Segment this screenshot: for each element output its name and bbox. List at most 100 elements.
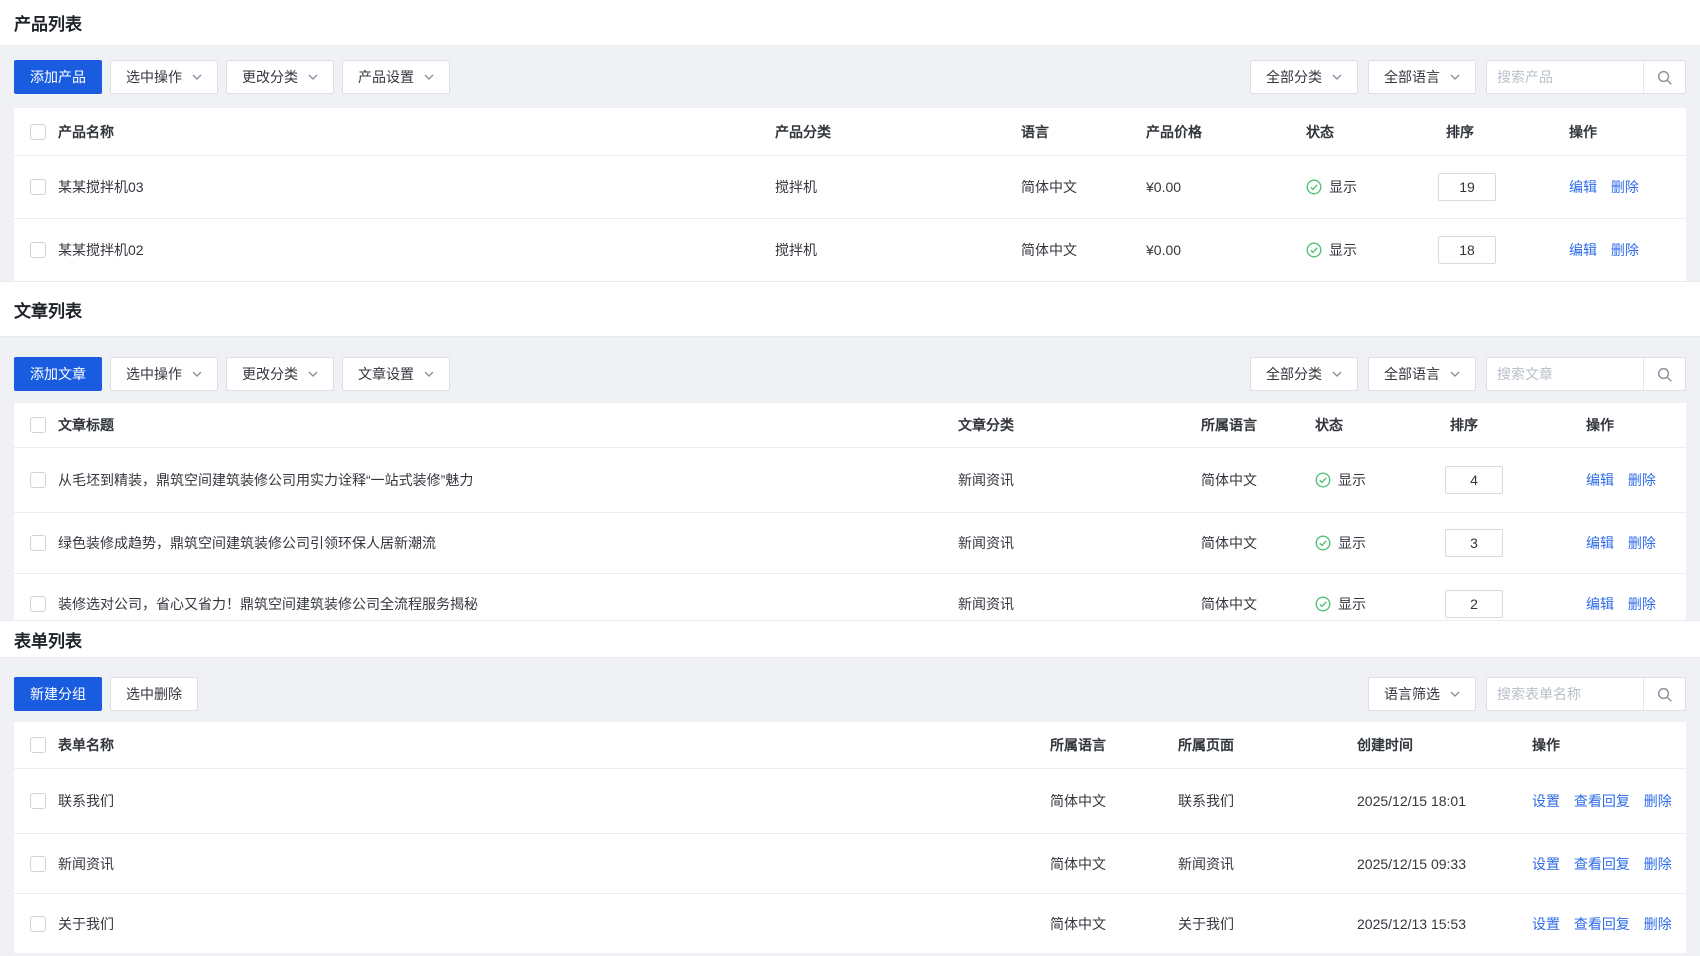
select-all-checkbox[interactable]: [30, 737, 46, 753]
sort-input[interactable]: [1445, 590, 1503, 618]
column-header: 所属页面: [1178, 735, 1234, 755]
row-checkbox[interactable]: [30, 856, 46, 872]
products-table-header: 产品名称 产品分类 语言 产品价格 状态 排序 操作: [14, 108, 1686, 155]
category-filter-dropdown[interactable]: 全部分类: [1250, 357, 1358, 391]
status-label: 显示: [1329, 177, 1357, 197]
article-settings-dropdown[interactable]: 文章设置: [342, 357, 450, 391]
delete-link[interactable]: 删除: [1628, 472, 1656, 488]
settings-link[interactable]: 设置: [1532, 916, 1560, 932]
selected-actions-label: 选中操作: [126, 364, 182, 384]
row-checkbox[interactable]: [30, 916, 46, 932]
add-article-button[interactable]: 添加文章: [14, 357, 102, 391]
sort-input[interactable]: [1445, 466, 1503, 494]
status-badge: 显示: [1315, 470, 1366, 490]
delete-selected-button[interactable]: 选中删除: [110, 677, 198, 711]
form-name: 关于我们: [58, 914, 114, 934]
view-replies-link[interactable]: 查看回复: [1574, 856, 1630, 872]
product-name: 某某搅拌机02: [58, 240, 144, 260]
row-checkbox[interactable]: [30, 596, 46, 612]
row-actions: 设置 查看回复 删除: [1532, 791, 1672, 811]
edit-link[interactable]: 编辑: [1586, 472, 1614, 488]
edit-link[interactable]: 编辑: [1586, 535, 1614, 551]
selected-actions-dropdown[interactable]: 选中操作: [110, 60, 218, 94]
articles-title-band: 文章列表: [0, 281, 1700, 337]
delete-link[interactable]: 删除: [1611, 242, 1639, 258]
delete-link[interactable]: 删除: [1644, 793, 1672, 809]
language-filter-dropdown[interactable]: 语言筛选: [1368, 677, 1476, 711]
form-search-group: [1486, 677, 1686, 711]
row-checkbox[interactable]: [30, 793, 46, 809]
column-header: 操作: [1569, 122, 1597, 142]
product-search-input[interactable]: [1487, 61, 1643, 93]
delete-link[interactable]: 删除: [1611, 179, 1639, 195]
row-checkbox[interactable]: [30, 179, 46, 195]
form-language: 简体中文: [1050, 854, 1106, 874]
article-category: 新闻资讯: [958, 533, 1014, 553]
article-settings-label: 文章设置: [358, 364, 414, 384]
table-row: 某某搅拌机03 搅拌机 简体中文 ¥0.00 显示 编辑 删除: [14, 155, 1686, 218]
row-actions: 编辑 删除: [1586, 533, 1656, 553]
status-badge: 显示: [1306, 177, 1357, 197]
change-category-dropdown[interactable]: 更改分类: [226, 60, 334, 94]
form-created-time: 2025/12/13 15:53: [1357, 916, 1466, 932]
change-category-dropdown[interactable]: 更改分类: [226, 357, 334, 391]
sort-input[interactable]: [1438, 236, 1496, 264]
view-replies-link[interactable]: 查看回复: [1574, 916, 1630, 932]
view-replies-link[interactable]: 查看回复: [1574, 793, 1630, 809]
category-filter-dropdown[interactable]: 全部分类: [1250, 60, 1358, 94]
chevron-down-icon: [1450, 74, 1460, 80]
article-category: 新闻资讯: [958, 470, 1014, 490]
edit-link[interactable]: 编辑: [1586, 596, 1614, 612]
column-header: 产品分类: [775, 122, 831, 142]
language-filter-dropdown[interactable]: 全部语言: [1368, 357, 1476, 391]
selected-actions-dropdown[interactable]: 选中操作: [110, 357, 218, 391]
add-product-button[interactable]: 添加产品: [14, 60, 102, 94]
article-title: 绿色装修成趋势，鼎筑空间建筑装修公司引领环保人居新潮流: [58, 533, 436, 553]
table-row: 绿色装修成趋势，鼎筑空间建筑装修公司引领环保人居新潮流 新闻资讯 简体中文 显示…: [14, 512, 1686, 573]
select-all-checkbox[interactable]: [30, 417, 46, 433]
delete-link[interactable]: 删除: [1628, 596, 1656, 612]
settings-link[interactable]: 设置: [1532, 856, 1560, 872]
column-header: 语言: [1021, 122, 1049, 142]
search-button[interactable]: [1643, 678, 1685, 710]
select-all-checkbox[interactable]: [30, 124, 46, 140]
product-settings-dropdown[interactable]: 产品设置: [342, 60, 450, 94]
search-button[interactable]: [1643, 358, 1685, 390]
language-filter-label: 语言筛选: [1384, 684, 1440, 704]
product-price: ¥0.00: [1146, 179, 1181, 195]
new-group-button[interactable]: 新建分组: [14, 677, 102, 711]
column-header: 排序: [1450, 415, 1478, 435]
status-badge: 显示: [1306, 240, 1357, 260]
row-checkbox[interactable]: [30, 535, 46, 551]
search-icon: [1656, 69, 1673, 86]
article-language: 简体中文: [1201, 594, 1257, 614]
column-header: 操作: [1532, 735, 1560, 755]
delete-link[interactable]: 删除: [1628, 535, 1656, 551]
sort-input[interactable]: [1445, 529, 1503, 557]
articles-section: 文章列表 添加文章 选中操作 更改分类 文章设置: [0, 281, 1700, 620]
delete-link[interactable]: 删除: [1644, 856, 1672, 872]
check-circle-icon: [1315, 472, 1331, 488]
row-actions: 编辑 删除: [1586, 470, 1656, 490]
forms-title-band: 表单列表: [0, 620, 1700, 658]
article-search-input[interactable]: [1487, 358, 1643, 390]
row-actions: 编辑 删除: [1569, 240, 1639, 260]
product-price: ¥0.00: [1146, 242, 1181, 258]
settings-link[interactable]: 设置: [1532, 793, 1560, 809]
chevron-down-icon: [1450, 691, 1460, 697]
delete-link[interactable]: 删除: [1644, 916, 1672, 932]
edit-link[interactable]: 编辑: [1569, 242, 1597, 258]
language-filter-dropdown[interactable]: 全部语言: [1368, 60, 1476, 94]
row-checkbox[interactable]: [30, 472, 46, 488]
forms-table: 表单名称 所属语言 所属页面 创建时间 操作 联系我们 简体中文 联系我们 20…: [14, 722, 1686, 953]
chevron-down-icon: [192, 74, 202, 80]
edit-link[interactable]: 编辑: [1569, 179, 1597, 195]
form-name: 新闻资讯: [58, 854, 114, 874]
product-language: 简体中文: [1021, 177, 1077, 197]
status-label: 显示: [1329, 240, 1357, 260]
search-button[interactable]: [1643, 61, 1685, 93]
row-checkbox[interactable]: [30, 242, 46, 258]
form-search-input[interactable]: [1487, 678, 1643, 710]
sort-input[interactable]: [1438, 173, 1496, 201]
chevron-down-icon: [1332, 74, 1342, 80]
